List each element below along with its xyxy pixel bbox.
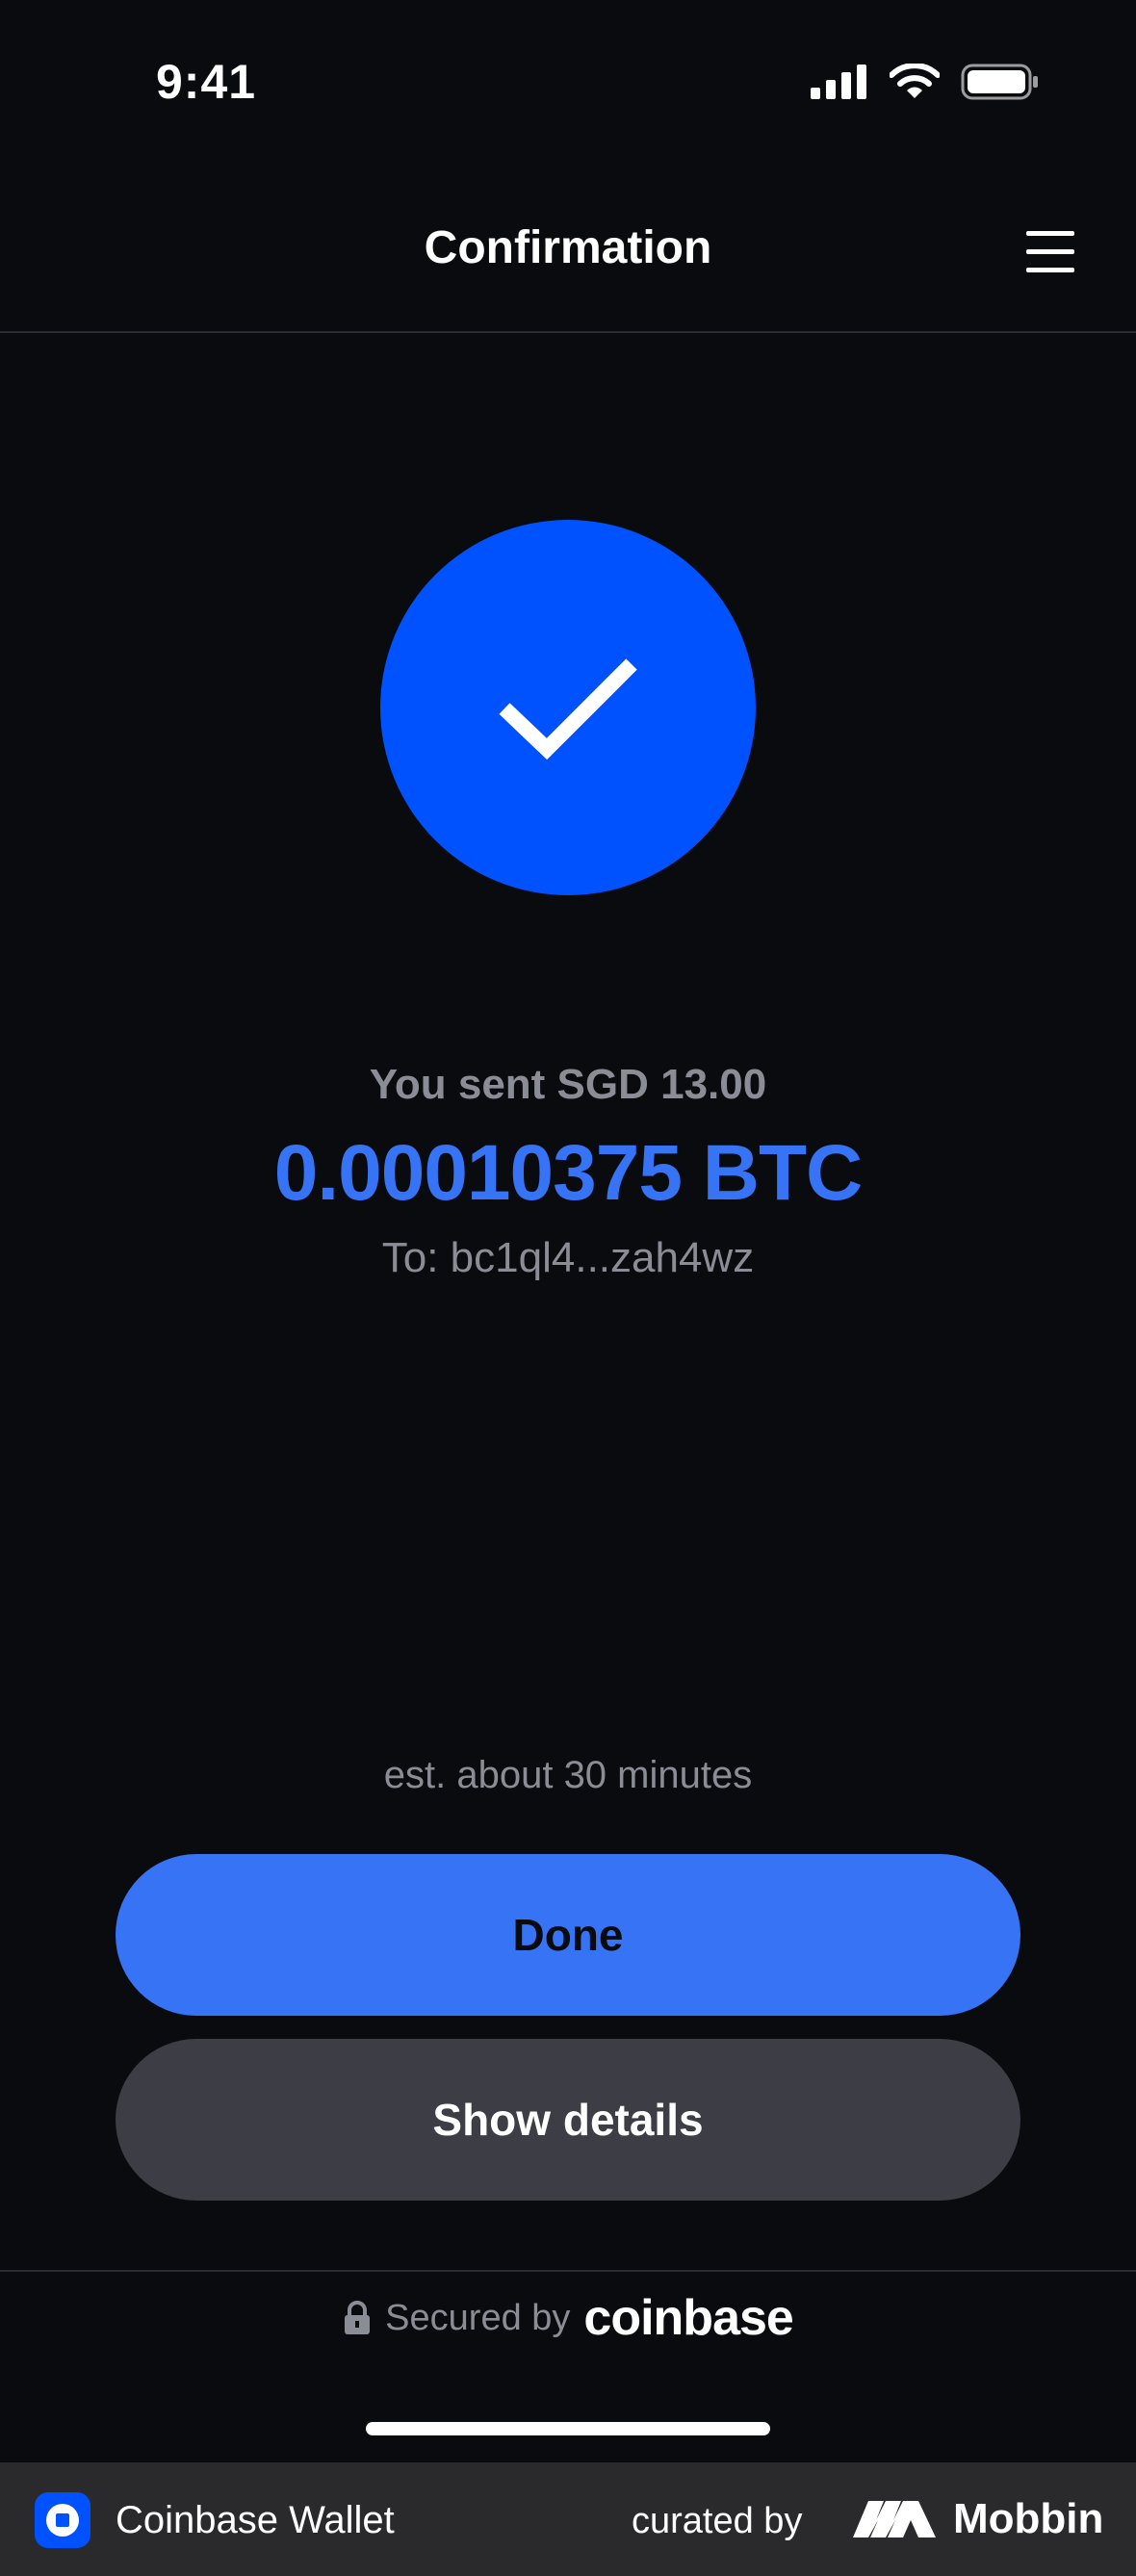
success-badge [380, 520, 756, 895]
secured-by-text: Secured by [385, 2297, 571, 2338]
app-name: Coinbase Wallet [116, 2499, 395, 2541]
sent-fiat-label: You sent SGD 13.00 [369, 1061, 767, 1108]
wifi-icon [890, 64, 940, 98]
page-title: Confirmation [424, 222, 712, 273]
footer-divider [0, 2270, 1136, 2272]
status-time: 9:41 [156, 55, 257, 109]
menu-icon[interactable] [1026, 231, 1074, 273]
coinbase-wallet-icon [35, 2492, 90, 2548]
checkmark-icon [499, 658, 637, 760]
status-bar: 9:41 [0, 0, 1136, 164]
sent-crypto-amount: 0.00010375 BTC [273, 1129, 864, 1217]
signal-icon [811, 64, 866, 99]
mobbin-name: Mobbin [953, 2495, 1104, 2542]
coinbase-wordmark: coinbase [583, 2290, 793, 2346]
home-indicator[interactable] [366, 2422, 770, 2435]
lock-icon [345, 2301, 371, 2334]
show-details-button[interactable]: Show details [116, 2039, 1020, 2201]
status-icons [811, 64, 1040, 100]
done-button[interactable]: Done [116, 1854, 1020, 2016]
confirmation-screen: 9:41 Confirmation You sent SGD 13.00 0.0… [0, 0, 1136, 2576]
header: Confirmation [0, 164, 1136, 333]
mobbin-logo-icon [853, 2501, 936, 2537]
curated-by-text: curated by [632, 2501, 803, 2541]
battery-icon [961, 64, 1038, 100]
estimated-time: est. about 30 minutes [383, 1754, 753, 1796]
secured-by-footer: Secured by coinbase [0, 2289, 1136, 2347]
recipient-address: To: bc1ql4...zah4wz [381, 1234, 755, 1281]
attribution-bar: Coinbase Wallet curated by Mobbin [0, 2462, 1136, 2576]
